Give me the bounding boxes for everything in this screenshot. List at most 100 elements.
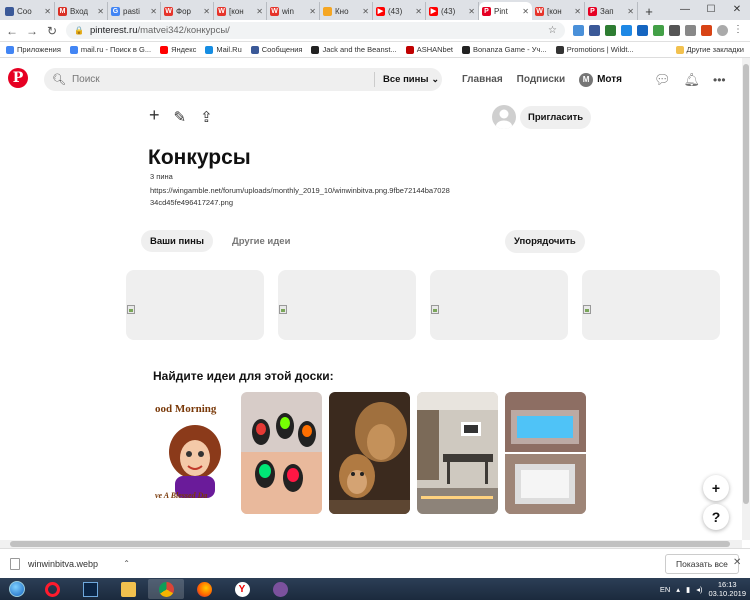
taskbar-app[interactable] [72, 579, 108, 599]
browser-tab[interactable]: Wwin ✕ [267, 2, 320, 20]
show-all-downloads-button[interactable]: Показать все [665, 554, 739, 574]
share-upload-icon[interactable]: ⇪ [200, 108, 213, 126]
minimize-icon[interactable]: — [672, 0, 698, 18]
close-tab-icon[interactable]: ✕ [150, 7, 157, 16]
notifications-bell-icon[interactable]: 🔔︎ [684, 72, 701, 88]
close-window-icon[interactable]: ✕ [724, 0, 750, 18]
nav-profile[interactable]: M Мотя [579, 72, 622, 87]
idea-image-kitchen[interactable] [417, 392, 498, 514]
add-icon[interactable]: + [149, 106, 160, 126]
close-tab-icon[interactable]: ✕ [574, 7, 581, 16]
start-button[interactable] [2, 579, 32, 599]
taskbar-explorer[interactable] [110, 579, 146, 599]
horizontal-scrollbar[interactable] [0, 540, 742, 548]
pin-card[interactable] [582, 270, 720, 340]
idea-image-good-morning[interactable]: ood Morning ve A Blessed Da [153, 392, 234, 514]
idea-image-bathtubs[interactable] [505, 392, 586, 514]
close-tab-icon[interactable]: ✕ [309, 7, 316, 16]
tab-more-ideas[interactable]: Другие идеи [223, 230, 299, 252]
taskbar-viber[interactable] [262, 579, 298, 599]
extension-icon[interactable] [605, 25, 616, 36]
taskbar-chrome[interactable] [148, 579, 184, 599]
tab-your-pins[interactable]: Ваши пины [141, 230, 213, 252]
browser-tab[interactable]: P Pint ✕ [479, 2, 532, 20]
chevron-up-icon[interactable]: ⌃ [123, 559, 130, 568]
extension-icon[interactable] [669, 25, 680, 36]
pin-card[interactable] [278, 270, 416, 340]
profile-avatar-icon[interactable] [717, 25, 728, 36]
close-tab-icon[interactable]: ✕ [203, 7, 210, 16]
other-bookmarks[interactable]: Другие закладки [675, 45, 744, 54]
invite-button[interactable]: Пригласить [520, 105, 592, 129]
browser-tab[interactable]: ▶ (43) ✕ [373, 2, 426, 20]
bookmark-star-icon[interactable]: ☆ [548, 25, 557, 36]
tray-arrow-icon[interactable]: ▴ [676, 585, 680, 594]
vertical-scrollbar[interactable] [742, 58, 750, 540]
idea-image-nails[interactable] [241, 392, 322, 514]
scrollbar-thumb[interactable] [10, 541, 730, 547]
pinterest-logo-icon[interactable]: P [8, 68, 28, 88]
new-tab-button[interactable]: + [641, 3, 657, 19]
browser-tab[interactable]: P Зап ✕ [585, 2, 638, 20]
close-tab-icon[interactable]: ✕ [415, 7, 422, 16]
pin-card[interactable] [430, 270, 568, 340]
close-tab-icon[interactable]: ✕ [468, 7, 475, 16]
maximize-icon[interactable]: ☐ [698, 0, 724, 18]
bookmark-item[interactable]: ASHANbet [405, 45, 453, 54]
extension-icon[interactable] [701, 25, 712, 36]
nav-home[interactable]: Главная [462, 74, 503, 85]
bookmark-item[interactable]: Яндекс [160, 45, 196, 54]
taskbar-firefox[interactable] [186, 579, 222, 599]
bookmark-item[interactable]: mail.ru - Поиск в G... [69, 45, 151, 54]
pin-card[interactable] [126, 270, 264, 340]
language-indicator[interactable]: EN [660, 585, 670, 594]
volume-icon[interactable]: ◂) [696, 585, 702, 594]
taskbar-opera[interactable] [34, 579, 70, 599]
close-tab-icon[interactable]: ✕ [97, 7, 104, 16]
browser-tab[interactable]: Gpasti ✕ [108, 2, 161, 20]
menu-dots-icon[interactable]: ⋮ [733, 25, 744, 36]
browser-tab[interactable]: Соо ✕ [2, 2, 55, 20]
more-dots-icon[interactable]: ••• [713, 73, 726, 87]
nav-following[interactable]: Подписки [517, 74, 565, 85]
search-bar[interactable]: 🔍︎ Поиск Все пины ⌄ [44, 68, 442, 91]
network-icon[interactable]: ▮ [686, 585, 690, 594]
clock[interactable]: 16:13 03.10.2019 [708, 580, 746, 598]
search-filter-dropdown[interactable]: Все пины ⌄ [383, 68, 439, 91]
close-tab-icon[interactable]: ✕ [522, 7, 529, 16]
close-tab-icon[interactable]: ✕ [44, 7, 51, 16]
taskbar-yandex[interactable]: Y [224, 579, 260, 599]
extension-icon[interactable] [685, 25, 696, 36]
extension-icon[interactable] [621, 25, 632, 36]
sort-button[interactable]: Упорядочить [505, 230, 585, 253]
browser-tab[interactable]: M Вход ✕ [55, 2, 108, 20]
bookmark-item[interactable]: Bonanza Game - Уч... [461, 45, 547, 54]
messages-icon[interactable]: 💬︎ [654, 72, 671, 88]
extension-icon[interactable] [589, 25, 600, 36]
address-bar[interactable]: 🔒 pinterest.ru/matvei342/конкурсы/ ☆ [66, 22, 565, 39]
close-tab-icon[interactable]: ✕ [627, 7, 634, 16]
scrollbar-thumb[interactable] [743, 64, 749, 504]
close-tab-icon[interactable]: ✕ [362, 7, 369, 16]
bookmark-item[interactable]: Jack and the Beanst... [311, 45, 397, 54]
bookmark-item[interactable]: Promotions | Wildt... [555, 45, 634, 54]
extension-icon[interactable] [653, 25, 664, 36]
help-fab-button[interactable]: ? [703, 504, 729, 530]
browser-tab[interactable]: W Фор ✕ [161, 2, 214, 20]
close-tab-icon[interactable]: ✕ [256, 7, 263, 16]
extension-icon[interactable] [573, 25, 584, 36]
search-input[interactable]: Поиск [72, 74, 100, 85]
back-icon[interactable]: ← [6, 24, 18, 38]
browser-tab[interactable]: W [кон ✕ [214, 2, 267, 20]
forward-icon[interactable]: → [26, 24, 38, 38]
download-item[interactable]: winwinbitva.webp ⌃ [10, 557, 130, 570]
bookmark-item[interactable]: Сообщения [250, 45, 302, 54]
close-download-bar-icon[interactable]: ✕ [733, 557, 741, 568]
edit-pencil-icon[interactable]: ✎ [174, 108, 187, 126]
bookmark-item[interactable]: Приложения [6, 45, 61, 54]
collaborator-avatar-icon[interactable] [492, 105, 516, 129]
extension-icon[interactable] [637, 25, 648, 36]
create-fab-button[interactable]: + [703, 475, 729, 501]
browser-tab[interactable]: W [кон ✕ [532, 2, 585, 20]
reload-icon[interactable]: ↻ [46, 24, 58, 38]
